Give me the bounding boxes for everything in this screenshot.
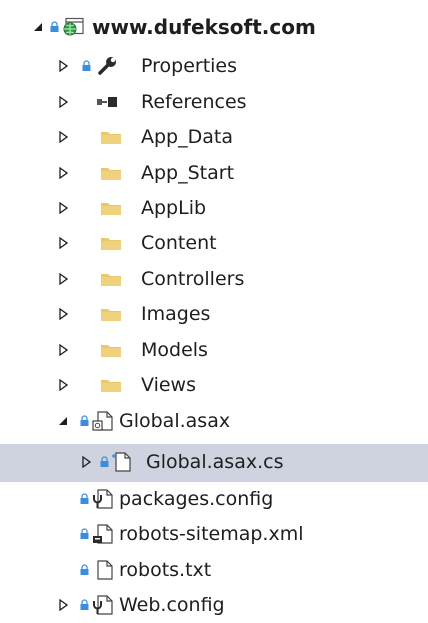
collapsed-arrow-icon[interactable] [55, 261, 71, 297]
lock-icon [78, 587, 90, 623]
folder-icon [100, 155, 122, 191]
collapsed-arrow-icon[interactable] [55, 367, 71, 403]
references-icon [96, 84, 118, 120]
lock-icon [78, 403, 90, 439]
tree-node-robots-sitemap[interactable]: robots-sitemap.xml [0, 516, 428, 552]
cs-file-icon [111, 444, 133, 480]
collapsed-arrow-icon[interactable] [55, 225, 71, 261]
tree-node-label: robots.txt [119, 559, 212, 581]
config-file-icon [92, 587, 114, 623]
lock-icon [48, 9, 60, 45]
tree-node-web-config[interactable]: Web.config [0, 587, 428, 623]
expanded-arrow-icon[interactable] [55, 403, 71, 439]
text-file-icon [94, 552, 116, 588]
collapsed-arrow-icon[interactable] [55, 587, 71, 623]
project-root-label: www.dufeksoft.com [92, 15, 316, 39]
tree-node-label: Images [141, 303, 211, 325]
tree-node-label: Global.asax.cs [146, 451, 284, 473]
folder-icon [100, 367, 122, 403]
web-project-icon [62, 9, 84, 45]
collapsed-arrow-icon[interactable] [55, 84, 71, 120]
config-file-icon [92, 481, 114, 517]
tree-node-label: References [141, 91, 247, 113]
lock-icon [80, 48, 92, 84]
tree-node-folder[interactable]: Views [0, 367, 428, 403]
asax-file-icon [92, 403, 114, 439]
expanded-arrow-icon[interactable] [30, 9, 46, 45]
tree-node-label: packages.config [119, 488, 274, 510]
lock-icon [78, 481, 90, 517]
collapsed-arrow-icon[interactable] [55, 332, 71, 368]
collapsed-arrow-icon[interactable] [55, 155, 71, 191]
tree-node-folder[interactable]: App_Start [0, 155, 428, 191]
lock-icon [78, 516, 90, 552]
collapsed-arrow-icon[interactable] [55, 190, 71, 226]
tree-node-properties[interactable]: Properties [0, 48, 428, 84]
tree-node-folder[interactable]: AppLib [0, 190, 428, 226]
tree-node-label: AppLib [141, 197, 207, 219]
tree-node-folder[interactable]: Controllers [0, 261, 428, 297]
tree-node-label: App_Start [141, 162, 235, 184]
tree-node-label: robots-sitemap.xml [119, 523, 304, 545]
tree-node-label: Web.config [119, 594, 225, 616]
tree-node-label: Content [141, 232, 217, 254]
folder-icon [100, 261, 122, 297]
tree-node-label: Properties [141, 55, 238, 77]
collapsed-arrow-icon[interactable] [55, 296, 71, 332]
lock-icon [98, 444, 110, 480]
lock-icon [78, 552, 90, 588]
tree-node-label: Views [141, 374, 196, 396]
wrench-icon [96, 48, 118, 84]
folder-icon [100, 296, 122, 332]
tree-node-label: Global.asax [119, 410, 231, 432]
tree-node-label: App_Data [141, 126, 233, 148]
folder-icon [100, 225, 122, 261]
collapsed-arrow-icon[interactable] [78, 444, 94, 480]
tree-node-folder[interactable]: Images [0, 296, 428, 332]
tree-node-global-asax[interactable]: Global.asax [0, 403, 428, 439]
tree-node-references[interactable]: References [0, 84, 428, 120]
tree-node-folder[interactable]: App_Data [0, 119, 428, 155]
tree-node-global-asax-cs[interactable]: Global.asax.cs [0, 444, 428, 482]
tree-node-folder[interactable]: Content [0, 225, 428, 261]
tree-node-project-root[interactable]: www.dufeksoft.com [0, 9, 428, 45]
folder-icon [100, 332, 122, 368]
tree-node-label: Controllers [141, 268, 245, 290]
tree-node-label: Models [141, 339, 208, 361]
collapsed-arrow-icon[interactable] [55, 48, 71, 84]
folder-icon [100, 119, 122, 155]
folder-icon [100, 190, 122, 226]
tree-node-robots-txt[interactable]: robots.txt [0, 552, 428, 588]
tree-node-packages-config[interactable]: packages.config [0, 481, 428, 517]
collapsed-arrow-icon[interactable] [55, 119, 71, 155]
solution-explorer-tree: www.dufeksoft.com Properties References [0, 0, 428, 617]
xml-file-icon [92, 516, 114, 552]
tree-node-folder[interactable]: Models [0, 332, 428, 368]
